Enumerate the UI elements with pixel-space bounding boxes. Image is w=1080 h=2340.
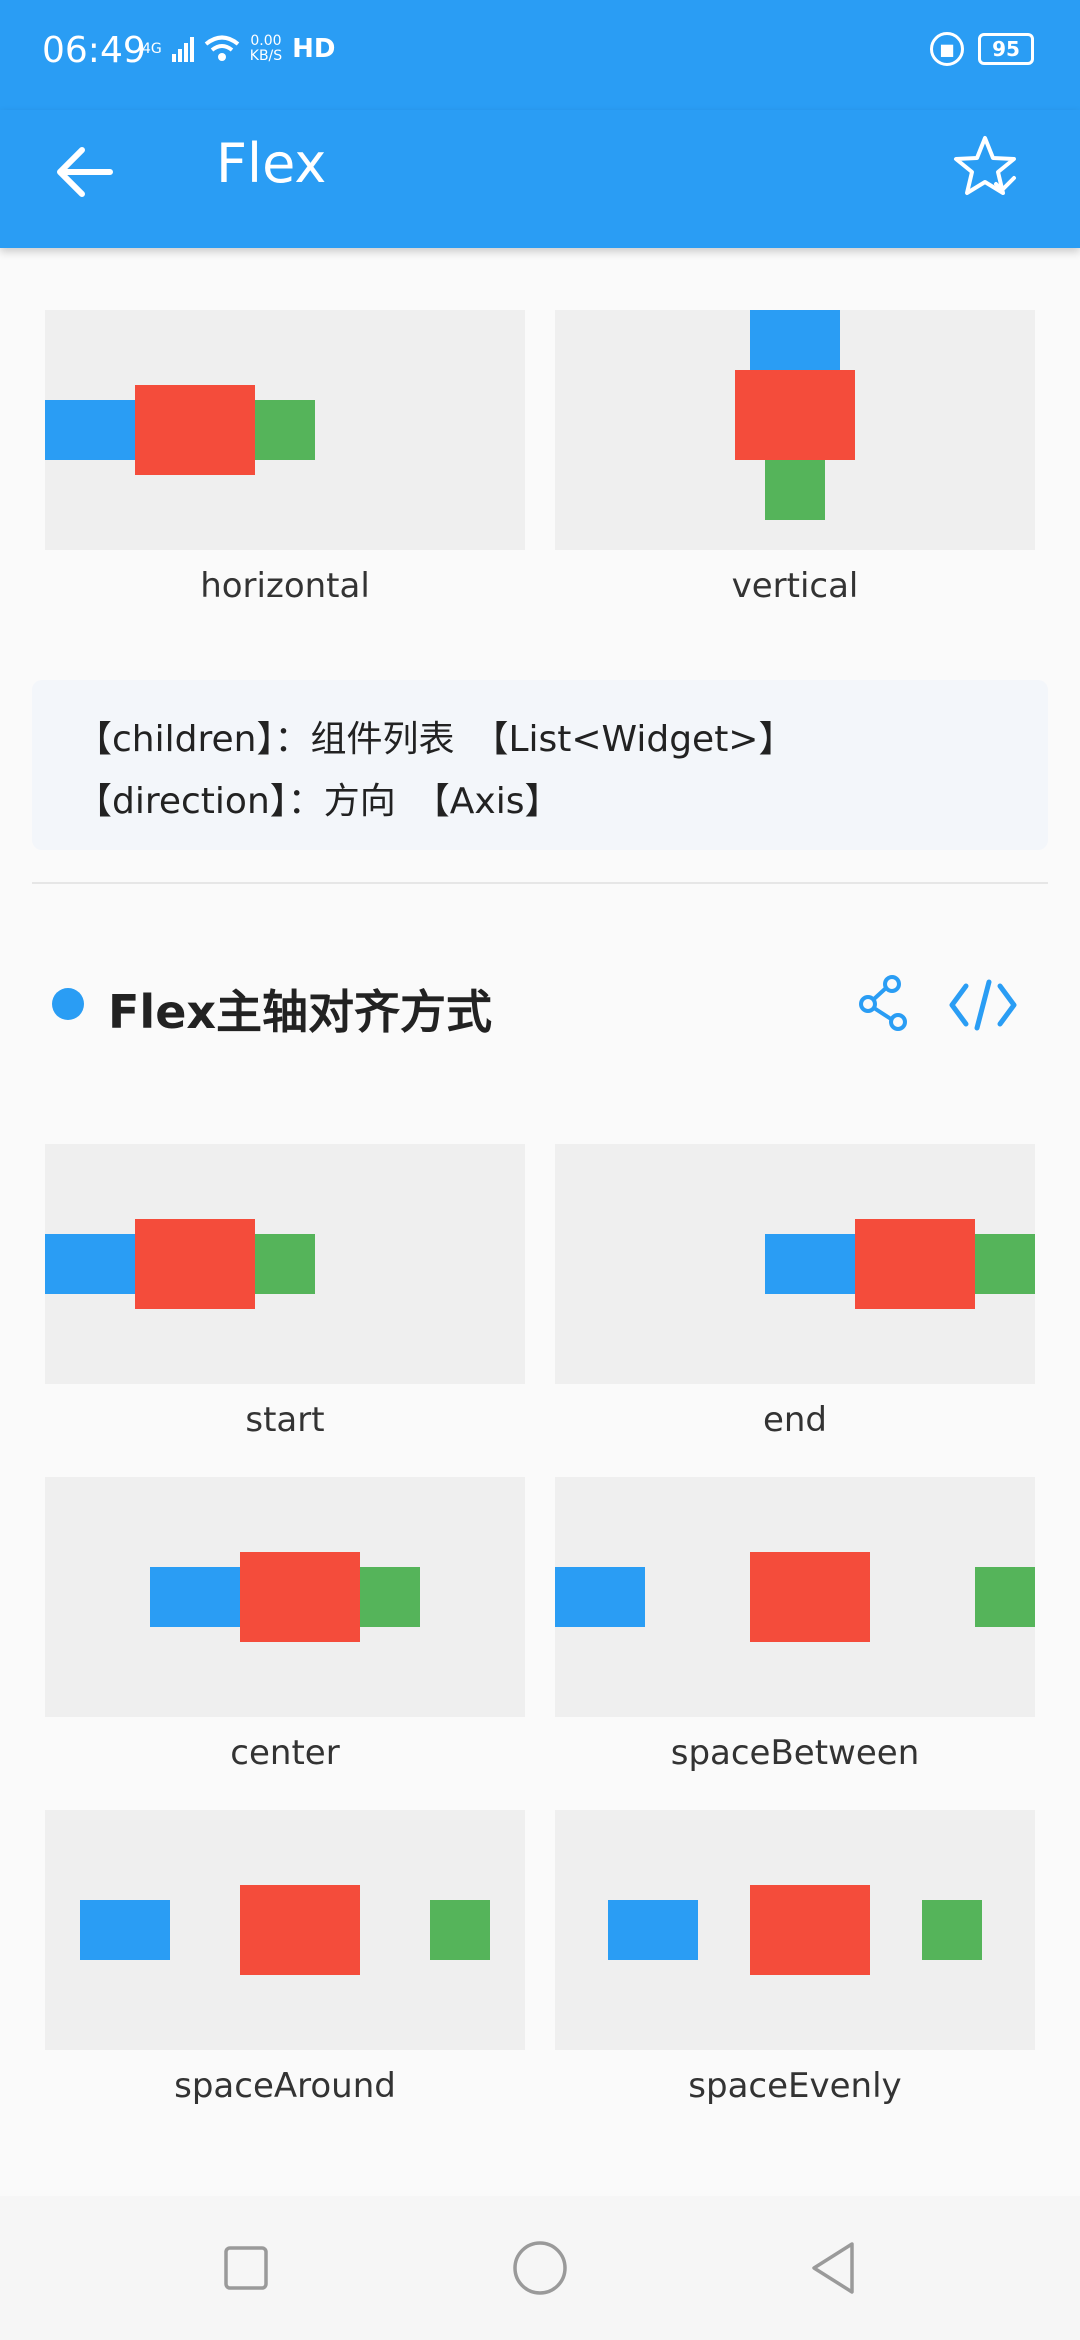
start-label: start [245,1400,325,1440]
center-label: center [230,1733,340,1773]
red-box [750,1552,870,1642]
signal-icon [171,37,194,62]
green-box [430,1900,490,1960]
status-indicators: 4G 0.00 KB/S HD [142,33,336,65]
horizontal-demo [45,310,525,550]
green-box [975,1234,1035,1294]
hd-label: HD [292,34,336,64]
end-demo [555,1144,1035,1384]
app-bar: Flex [0,110,1080,248]
section-title: Flex主轴对齐方式 [108,985,493,1039]
space-evenly-label: spaceEvenly [688,2066,902,2106]
data-rate: 0.00 KB/S [249,33,283,64]
section-bullet-icon [52,988,84,1020]
status-right: ■ 95 [930,32,1034,66]
wifi-icon [204,35,240,61]
red-box [750,1885,870,1975]
blue-box [765,1234,855,1294]
red-box [735,370,855,460]
green-box [255,1234,315,1294]
horizontal-label: horizontal [200,566,370,606]
center-demo [45,1477,525,1717]
network-type: 4G [142,41,162,57]
vertical-demo [555,310,1035,550]
green-box [765,460,825,520]
back-triangle-icon[interactable] [802,2236,866,2300]
space-between-demo [555,1477,1035,1717]
back-arrow-icon[interactable] [52,140,116,204]
blue-box [45,400,135,460]
page-title: Flex [216,132,327,195]
system-nav-bar [0,2196,1080,2340]
green-box [922,1900,982,1960]
blue-box [750,310,840,370]
param-children: 【children】：组件列表 【List<Widget>】 [76,719,795,760]
blue-box [80,1900,170,1960]
code-icon[interactable] [948,974,1018,1036]
blue-box [150,1567,240,1627]
space-around-label: spaceAround [174,2066,396,2106]
params-card: 【children】：组件列表 【List<Widget>】 【directio… [32,680,1048,850]
space-evenly-demo [555,1810,1035,2050]
status-bar: 06:49 4G 0.00 KB/S HD ■ 95 [0,0,1080,110]
recents-square-icon[interactable] [214,2236,278,2300]
status-time: 06:49 [42,30,146,71]
blue-box [608,1900,698,1960]
space-around-demo [45,1810,525,2050]
red-box [240,1885,360,1975]
favorite-star-icon[interactable] [950,132,1020,202]
blue-box [45,1234,135,1294]
green-box [255,400,315,460]
param-direction: 【direction】：方向 【Axis】 [76,781,561,822]
rotation-lock-icon: ■ [930,32,964,66]
space-between-label: spaceBetween [670,1733,920,1773]
green-box [975,1567,1035,1627]
red-box [240,1552,360,1642]
red-box [135,385,255,475]
vertical-label: vertical [731,566,859,606]
home-circle-icon[interactable] [508,2236,572,2300]
blue-box [555,1567,645,1627]
battery-indicator: 95 [978,33,1034,65]
green-box [360,1567,420,1627]
share-icon[interactable] [858,974,914,1036]
start-demo [45,1144,525,1384]
end-label: end [762,1400,828,1440]
red-box [135,1219,255,1309]
divider [32,882,1048,884]
red-box [855,1219,975,1309]
